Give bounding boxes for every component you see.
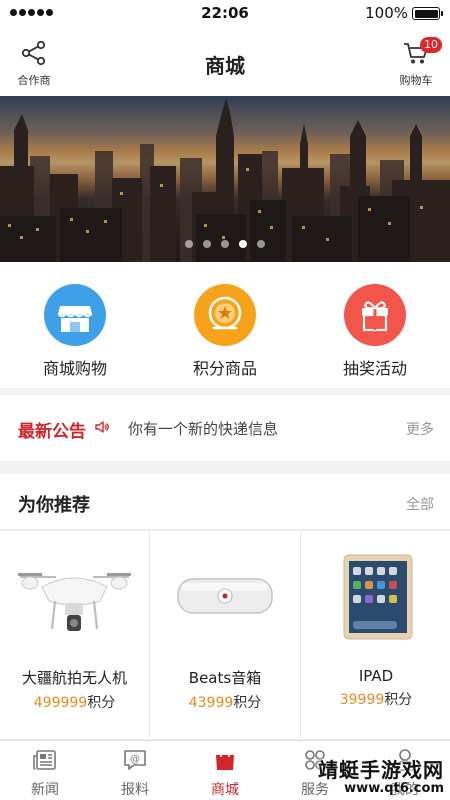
category-mall-shopping[interactable]: 商城购物 bbox=[0, 262, 150, 388]
banner-carousel[interactable] bbox=[0, 96, 450, 262]
cart-badge: 10 bbox=[420, 37, 442, 53]
gift-icon bbox=[344, 284, 406, 346]
notice-bar[interactable]: 最新公告 你有一个新的快递信息 更多 bbox=[0, 395, 450, 461]
cart-button[interactable]: 10 购物车 bbox=[396, 37, 442, 88]
carousel-dot-active[interactable] bbox=[239, 240, 247, 248]
carousel-dots bbox=[0, 240, 450, 248]
speaker-icon bbox=[94, 419, 110, 439]
header: 合作商 商城 10 购物车 bbox=[0, 26, 450, 96]
product-list: 大疆航拍无人机 499999积分 Beats音箱 43999积分 IPAD 39… bbox=[0, 531, 450, 739]
battery-icon bbox=[412, 7, 443, 20]
profile-icon bbox=[395, 749, 415, 771]
carousel-dot[interactable] bbox=[185, 240, 193, 248]
tablet-image bbox=[301, 531, 450, 659]
category-lottery[interactable]: 抽奖活动 bbox=[300, 262, 450, 388]
store-icon bbox=[44, 284, 106, 346]
tab-service[interactable]: 服务 bbox=[270, 741, 360, 800]
carousel-dot[interactable] bbox=[257, 240, 265, 248]
product-price: 499999积分 bbox=[33, 695, 116, 711]
category-label: 商城购物 bbox=[42, 359, 107, 378]
product-name: IPAD bbox=[358, 667, 394, 685]
svg-text:@: @ bbox=[130, 754, 140, 765]
battery-percent: 100% bbox=[365, 4, 408, 22]
product-name: Beats音箱 bbox=[188, 669, 262, 687]
cart-label: 购物车 bbox=[399, 74, 433, 87]
category-points-goods[interactable]: 积分商品 bbox=[150, 262, 300, 388]
tab-report[interactable]: @ 报料 bbox=[90, 741, 180, 800]
carousel-dot[interactable] bbox=[203, 240, 211, 248]
product-name: 大疆航拍无人机 bbox=[21, 669, 127, 687]
tab-profile[interactable]: 我的 bbox=[360, 741, 450, 800]
product-card[interactable]: IPAD 39999积分 bbox=[301, 531, 450, 739]
category-shortcuts: 商城购物 积分商品 抽奖活动 bbox=[0, 262, 450, 388]
category-label: 抽奖活动 bbox=[342, 359, 407, 378]
tab-label: 商城 bbox=[211, 782, 239, 798]
recommend-header: 为你推荐 全部 bbox=[0, 474, 450, 530]
notice-more-link[interactable]: 更多 bbox=[406, 419, 434, 439]
tab-label: 报料 bbox=[121, 782, 149, 798]
tab-label: 服务 bbox=[301, 782, 329, 798]
drone-image bbox=[0, 531, 149, 659]
view-all-link[interactable]: 全部 bbox=[406, 494, 434, 514]
shopping-bag-icon bbox=[216, 750, 234, 770]
tab-label: 新闻 bbox=[31, 782, 59, 798]
product-price: 39999积分 bbox=[339, 692, 413, 708]
tab-mall[interactable]: 商城 bbox=[180, 741, 270, 800]
notice-title: 最新公告 bbox=[18, 422, 86, 442]
points-coin-icon bbox=[194, 284, 256, 346]
section-title: 为你推荐 bbox=[18, 495, 90, 516]
carousel-dot[interactable] bbox=[221, 240, 229, 248]
tab-label: 我的 bbox=[391, 782, 419, 798]
product-card[interactable]: Beats音箱 43999积分 bbox=[150, 531, 301, 739]
news-icon bbox=[33, 750, 56, 770]
bottom-tab-bar: 新闻 @ 报料 商城 服务 我的 bbox=[0, 740, 450, 800]
report-icon: @ bbox=[124, 750, 146, 770]
product-card[interactable]: 大疆航拍无人机 499999积分 bbox=[0, 531, 150, 739]
category-label: 积分商品 bbox=[192, 359, 257, 378]
notice-text: 你有一个新的快递信息 bbox=[128, 420, 279, 438]
speaker-image bbox=[150, 531, 300, 659]
product-price: 43999积分 bbox=[188, 695, 262, 711]
tab-news[interactable]: 新闻 bbox=[0, 741, 90, 800]
service-icon bbox=[305, 750, 325, 770]
city-skyline-image bbox=[0, 96, 450, 262]
status-bar: 22:06 100% bbox=[0, 0, 450, 26]
page-title: 商城 bbox=[205, 54, 245, 78]
